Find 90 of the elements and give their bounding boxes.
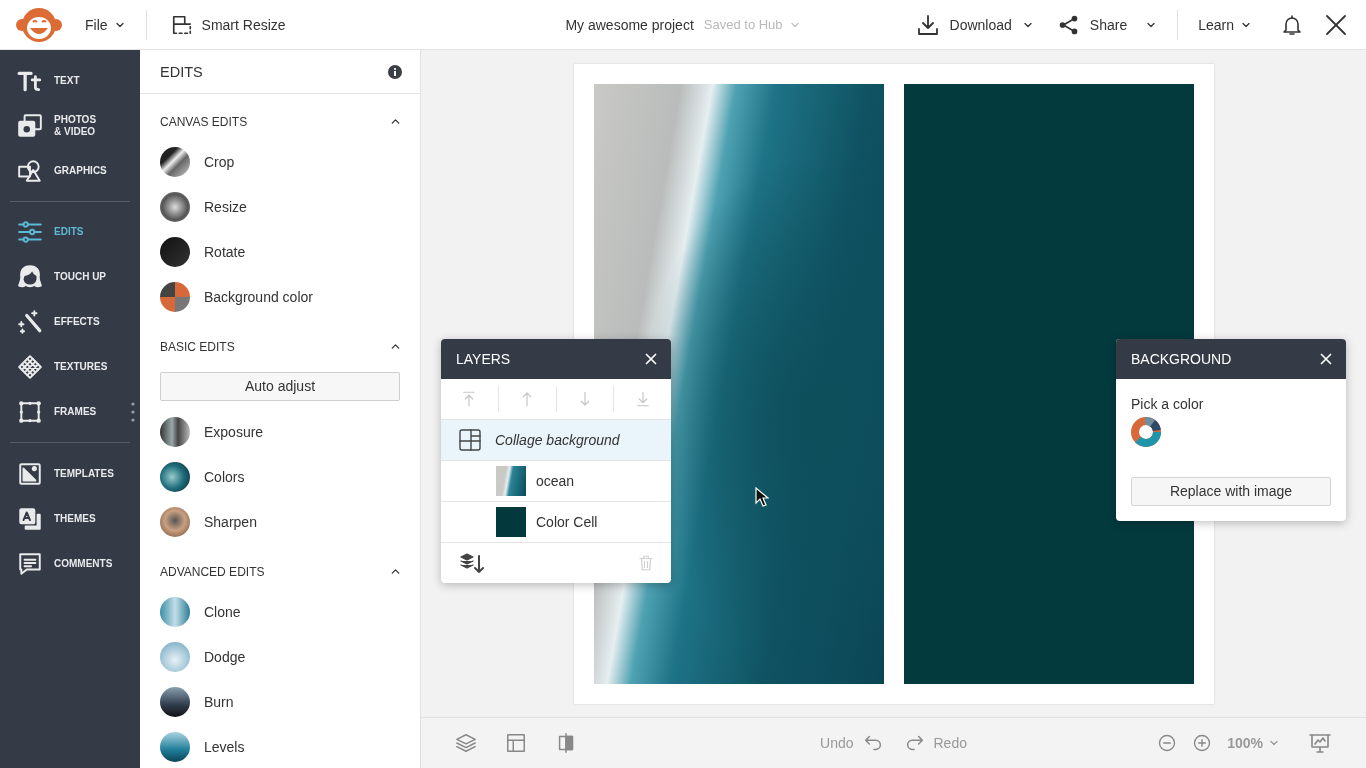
layers-icon xyxy=(455,732,477,754)
nav-item[interactable]: PHOTOS & VIDEO xyxy=(0,103,140,148)
edit-tool[interactable]: Clone xyxy=(140,589,420,634)
share-button[interactable]: Share xyxy=(1057,7,1158,42)
layer-row[interactable]: ocean xyxy=(441,461,671,502)
edit-tool[interactable]: Background color xyxy=(140,274,420,319)
present-button[interactable] xyxy=(1308,731,1332,755)
smart-resize-button[interactable]: Smart Resize xyxy=(170,7,286,42)
tool-thumbnail xyxy=(160,146,190,177)
share-icon xyxy=(1057,13,1080,36)
tool-thumbnail xyxy=(160,596,190,627)
edit-tool[interactable]: Sharpen xyxy=(140,499,420,544)
auto-adjust-button[interactable]: Auto adjust xyxy=(160,372,400,401)
resize-icon xyxy=(170,13,193,36)
edit-tool[interactable]: Rotate xyxy=(140,229,420,274)
shapes-icon xyxy=(17,157,43,184)
project-title: My awesome project xyxy=(565,16,694,33)
download-icon xyxy=(915,12,940,37)
layer-row[interactable]: Color Cell xyxy=(441,502,671,543)
close-icon xyxy=(1324,12,1348,37)
tool-thumbnail xyxy=(160,191,190,222)
nav-item[interactable]: GRAPHICS xyxy=(0,148,140,193)
nav-item[interactable]: TEMPLATES xyxy=(0,451,140,496)
grid-button[interactable] xyxy=(505,732,527,754)
template-icon xyxy=(17,460,43,487)
download-button[interactable]: Download xyxy=(915,7,1034,42)
tool-thumbnail xyxy=(160,236,190,267)
edit-tool[interactable]: Colors xyxy=(140,454,420,499)
edit-tool[interactable]: Levels xyxy=(140,724,420,768)
presentation-icon xyxy=(1308,731,1332,755)
nav-item[interactable]: EFFECTS xyxy=(0,299,140,345)
zoom-in-button[interactable] xyxy=(1192,733,1213,753)
texture-icon xyxy=(17,354,43,380)
themes-icon xyxy=(17,505,43,532)
tool-thumbnail xyxy=(160,506,190,537)
section-title: BASIC EDITS xyxy=(160,339,235,354)
tool-thumbnail xyxy=(160,731,190,762)
edit-tool[interactable]: Resize xyxy=(140,184,420,229)
close-icon xyxy=(645,353,657,365)
edit-tool[interactable]: Crop xyxy=(140,139,420,184)
nav-item[interactable]: THEMES xyxy=(0,496,140,541)
nav-item[interactable]: TOUCH UP xyxy=(0,254,140,300)
tool-thumbnail xyxy=(160,281,190,312)
tool-thumbnail xyxy=(160,416,190,447)
panel-title: EDITS xyxy=(160,63,203,80)
layers-sort-icon xyxy=(459,552,485,574)
image-thumbnail xyxy=(496,466,526,496)
nav-item[interactable]: COMMENTS xyxy=(0,541,140,586)
edit-tool[interactable]: Burn xyxy=(140,679,420,724)
section-title: CANVAS EDITS xyxy=(160,114,248,129)
pick-color-label: Pick a color xyxy=(1131,396,1205,412)
photo-camera-icon xyxy=(17,112,43,139)
cursor-icon xyxy=(755,487,769,507)
bell-icon xyxy=(1280,12,1304,37)
nav-item[interactable]: FRAMES xyxy=(0,389,140,435)
nav-item[interactable]: TEXTURES xyxy=(0,344,140,390)
grid-icon xyxy=(505,732,527,754)
color-swatch xyxy=(496,507,526,537)
nav-item[interactable]: EDITS xyxy=(0,209,140,255)
sliders-icon xyxy=(17,219,43,245)
zoom-in-icon xyxy=(1192,733,1213,753)
tool-thumbnail xyxy=(160,686,190,717)
edit-tool[interactable]: Exposure xyxy=(140,409,420,454)
comment-icon xyxy=(17,550,43,577)
learn-menu[interactable]: Learn xyxy=(1198,7,1252,42)
magic-wand-icon xyxy=(17,309,43,335)
frame-icon xyxy=(17,399,43,425)
drag-handle-icon[interactable] xyxy=(131,402,135,422)
close-button[interactable] xyxy=(1320,353,1332,365)
color-picker-button[interactable] xyxy=(1131,417,1161,447)
replace-image-button[interactable]: Replace with image xyxy=(1131,477,1331,506)
trash-icon xyxy=(637,554,655,572)
file-menu[interactable]: File xyxy=(85,7,126,42)
tool-thumbnail xyxy=(160,641,190,672)
layer-row[interactable]: Collage background xyxy=(441,420,671,461)
zoom-out-icon xyxy=(1157,733,1178,753)
nav-item[interactable]: TEXT xyxy=(0,58,140,103)
sort-layers-button[interactable] xyxy=(459,552,485,574)
panel-title: LAYERS xyxy=(456,351,511,367)
section-title: ADVANCED EDITS xyxy=(160,564,265,579)
close-button[interactable] xyxy=(645,353,657,365)
close-icon xyxy=(1320,353,1332,365)
tool-thumbnail xyxy=(160,461,190,492)
panel-title: BACKGROUND xyxy=(1131,351,1232,367)
layers-button[interactable] xyxy=(455,732,477,754)
face-icon xyxy=(17,264,43,290)
zoom-out-button[interactable] xyxy=(1157,733,1178,753)
edit-tool[interactable]: Dodge xyxy=(140,634,420,679)
layout-icon xyxy=(458,428,482,452)
info-icon[interactable] xyxy=(388,64,402,79)
